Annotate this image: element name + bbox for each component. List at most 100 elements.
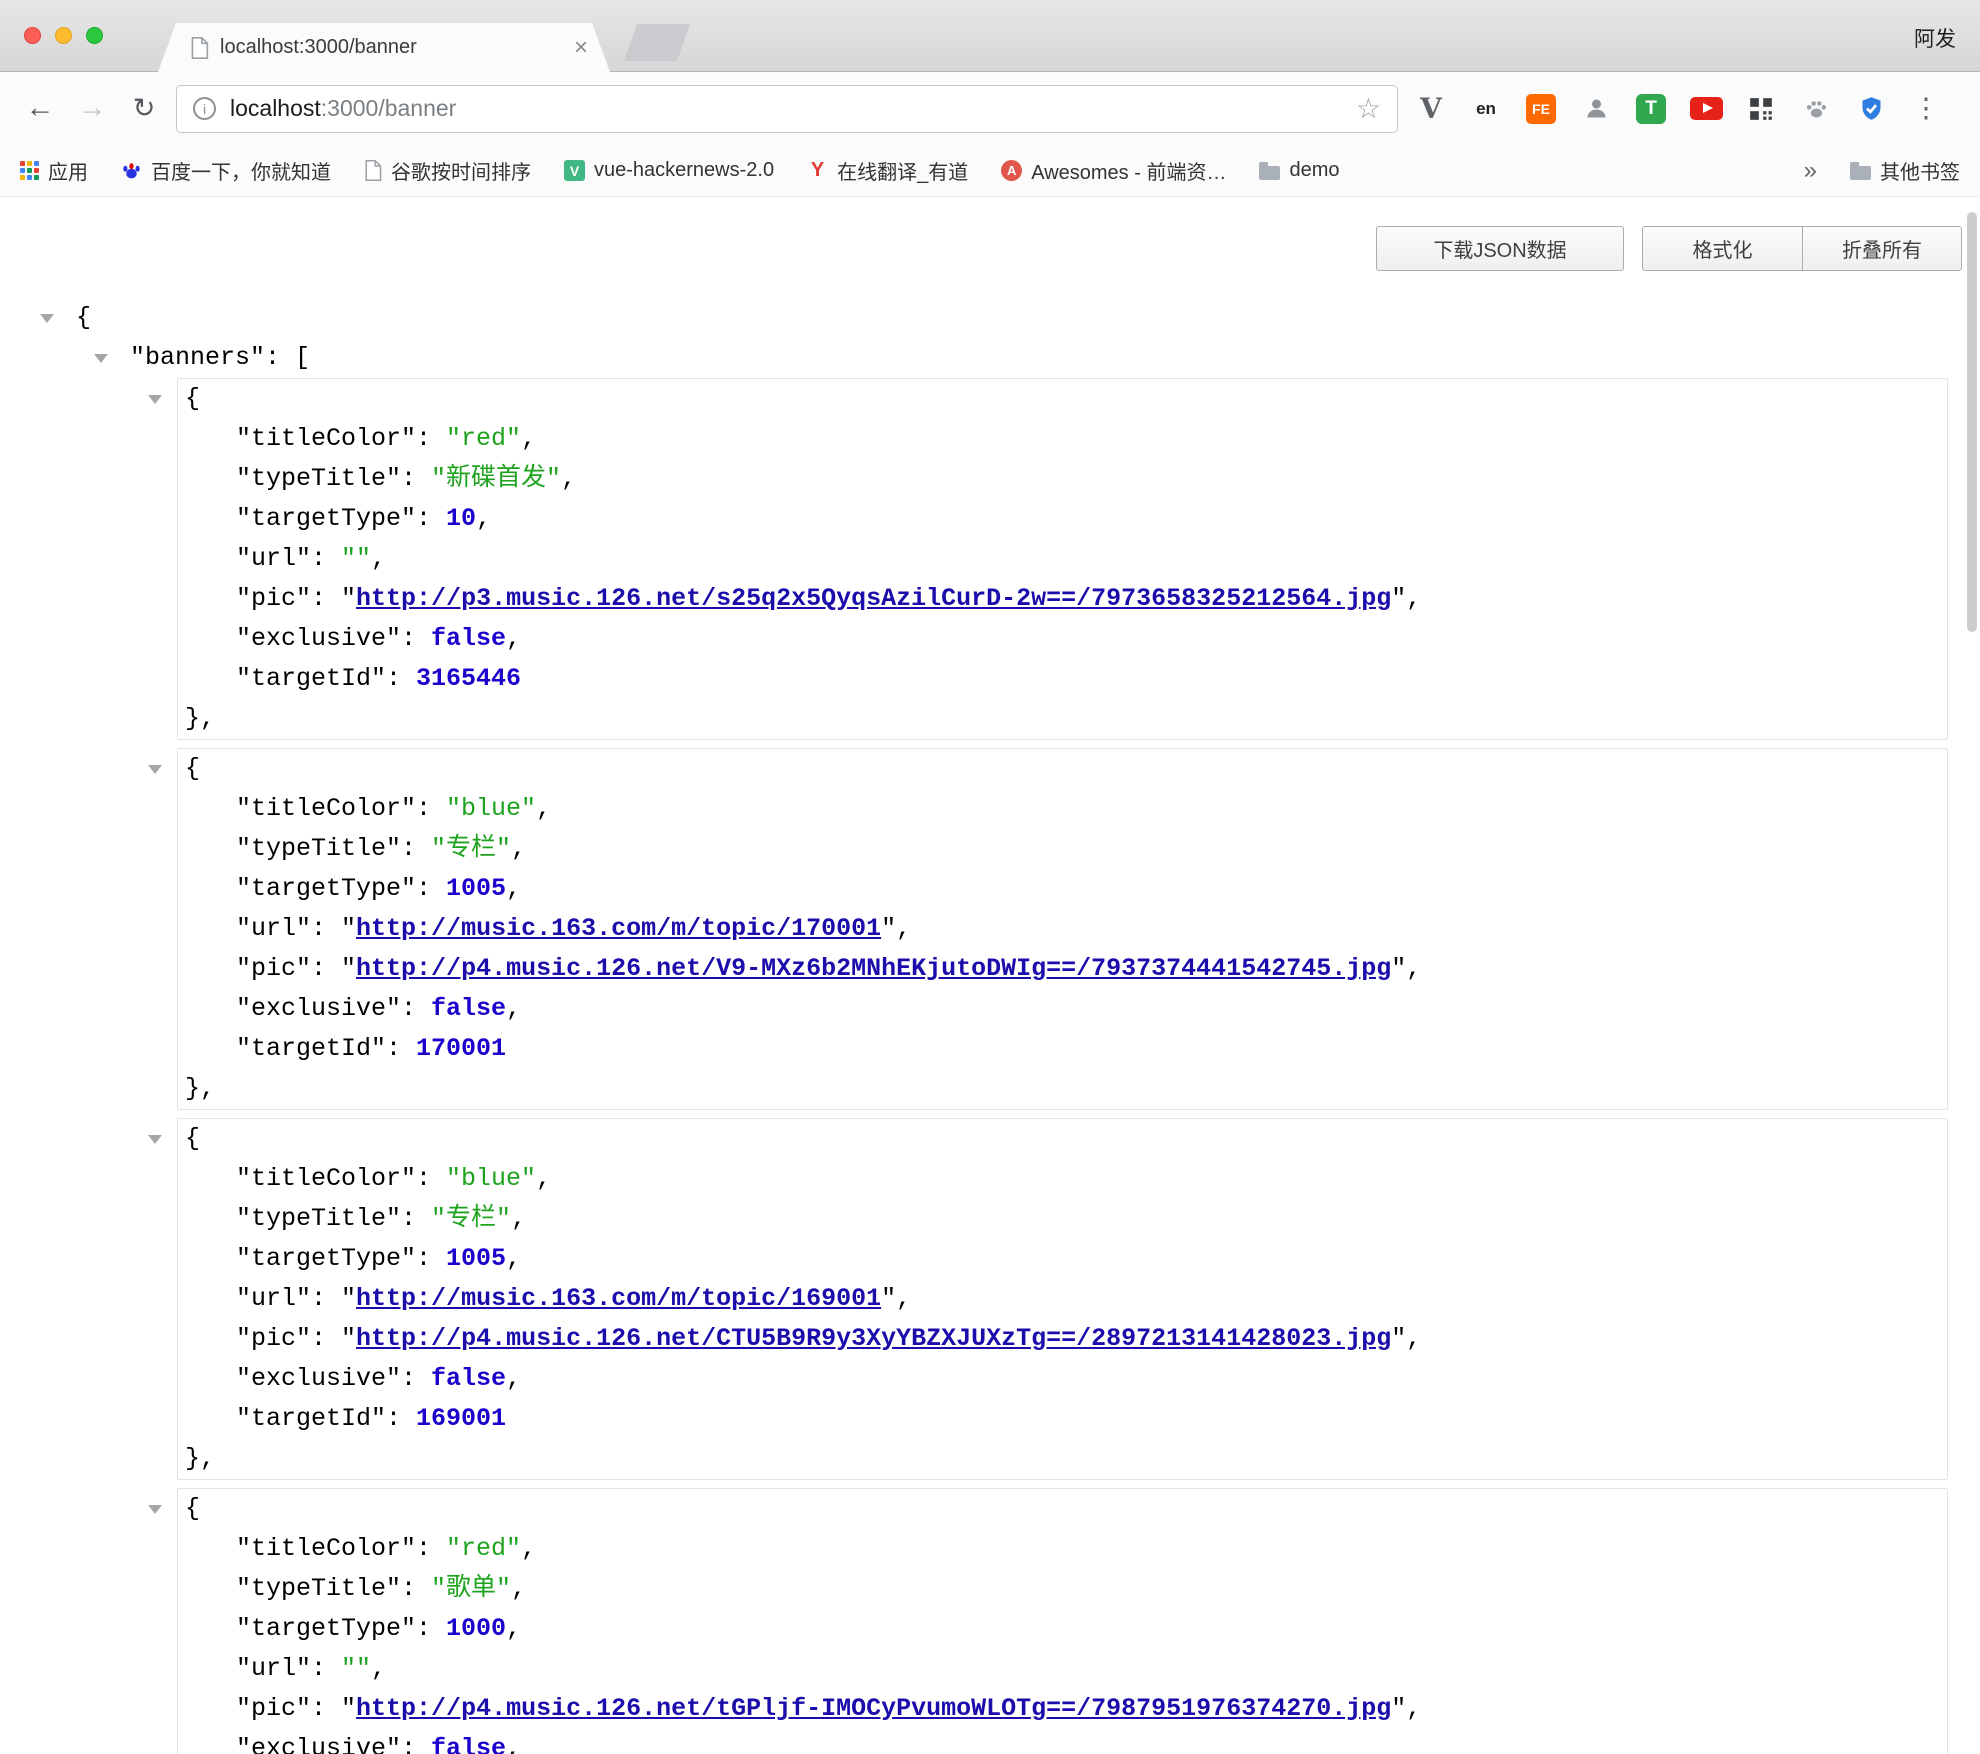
apps-shortcut[interactable]: 应用 xyxy=(20,156,88,185)
folder-icon xyxy=(1850,166,1871,180)
url-text[interactable]: localhost:3000/banner xyxy=(230,95,456,122)
shield-check-extension-icon[interactable] xyxy=(1854,92,1888,126)
json-string-value: "red" xyxy=(446,1534,521,1563)
paw-extension-icon[interactable] xyxy=(1799,92,1833,126)
page-info-icon[interactable]: i xyxy=(193,97,216,120)
zoom-window-button[interactable] xyxy=(86,27,103,44)
awesomes-icon: A xyxy=(1001,160,1022,181)
other-bookmarks-label: 其他书签 xyxy=(1880,156,1960,185)
close-window-button[interactable] xyxy=(24,27,41,44)
json-key: "exclusive" xyxy=(236,1364,401,1393)
bookmark-star-icon[interactable]: ☆ xyxy=(1356,95,1381,123)
json-key: "titleColor" xyxy=(236,794,416,823)
other-bookmarks[interactable]: 其他书签 xyxy=(1850,156,1960,185)
json-key: "targetType" xyxy=(236,504,416,533)
bookmark-vue-hackernews[interactable]: V vue-hackernews-2.0 xyxy=(564,159,774,182)
back-button[interactable]: ← xyxy=(14,92,66,125)
collapse-toggle-icon[interactable] xyxy=(148,1135,162,1144)
scrollbar-thumb[interactable] xyxy=(1967,212,1977,632)
collapse-toggle-icon[interactable] xyxy=(40,314,54,323)
json-number-value: false xyxy=(431,994,506,1023)
download-json-button[interactable]: 下载JSON数据 xyxy=(1376,226,1624,271)
json-object-close: }, xyxy=(178,1439,1947,1479)
json-property: "typeTitle": "新碟首发", xyxy=(178,459,1947,499)
bookmark-awesomes[interactable]: A Awesomes - 前端资… xyxy=(1001,156,1226,185)
json-property: "targetType": 10, xyxy=(178,499,1947,539)
extension-icons: V en FE T ⋮ xyxy=(1414,92,1943,126)
json-property: "typeTitle": "歌单", xyxy=(178,1569,1947,1609)
new-tab-button[interactable] xyxy=(624,24,690,61)
json-object-open: { xyxy=(178,1119,1947,1159)
bookmark-google-sort[interactable]: 谷歌按时间排序 xyxy=(364,156,531,185)
bookmark-label: 百度一下，你就知道 xyxy=(151,156,331,185)
json-key: "typeTitle" xyxy=(236,1574,401,1603)
json-key: "targetType" xyxy=(236,1244,416,1273)
bookmark-folder-demo[interactable]: demo xyxy=(1259,159,1339,182)
json-object: {"titleColor": "blue","typeTitle": "专栏",… xyxy=(177,1118,1948,1480)
collapse-toggle-icon[interactable] xyxy=(148,765,162,774)
traffic-lights xyxy=(24,27,103,44)
minimize-window-button[interactable] xyxy=(55,27,72,44)
json-string-value: "专栏" xyxy=(431,834,511,863)
collapse-toggle-icon[interactable] xyxy=(148,395,162,404)
json-string-value: "red" xyxy=(446,424,521,453)
json-key: "typeTitle" xyxy=(236,464,401,493)
json-object-open: { xyxy=(178,749,1947,789)
reload-button[interactable]: ↻ xyxy=(118,93,170,124)
json-link[interactable]: http://music.163.com/m/topic/169001 xyxy=(356,1284,881,1313)
document-icon xyxy=(364,160,382,181)
folder-icon xyxy=(1259,166,1280,180)
json-property: "targetId": 169001 xyxy=(178,1399,1947,1439)
json-number-value: false xyxy=(431,1364,506,1393)
json-string-value: "" xyxy=(341,544,371,573)
json-link[interactable]: http://p4.music.126.net/CTU5B9R9y3XyYBZX… xyxy=(356,1324,1391,1353)
json-property: "exclusive": false, xyxy=(178,619,1947,659)
tab-close-icon[interactable]: × xyxy=(574,36,588,60)
vimium-extension-icon[interactable]: V xyxy=(1420,92,1442,125)
format-button[interactable]: 格式化 xyxy=(1642,226,1802,271)
bookmark-baidu[interactable]: 百度一下，你就知道 xyxy=(121,156,331,185)
youtube-extension-icon[interactable] xyxy=(1689,92,1723,126)
vue-icon: V xyxy=(564,160,585,181)
json-key: "pic" xyxy=(236,584,311,613)
json-link[interactable]: http://p4.music.126.net/V9-MXz6b2MNhEKju… xyxy=(356,954,1391,983)
json-object-open: { xyxy=(178,1489,1947,1529)
t-shield-extension-icon[interactable]: T xyxy=(1636,94,1666,124)
collapse-all-button[interactable]: 折叠所有 xyxy=(1802,226,1962,271)
json-key: "targetId" xyxy=(236,1404,386,1433)
json-key: "exclusive" xyxy=(236,624,401,653)
json-object: {"titleColor": "red","typeTitle": "歌单","… xyxy=(177,1488,1948,1754)
json-property: "url": "http://music.163.com/m/topic/170… xyxy=(178,909,1947,949)
forward-button[interactable]: → xyxy=(66,92,118,125)
json-link[interactable]: http://p4.music.126.net/tGPljf-IMOCyPvum… xyxy=(356,1694,1391,1723)
bookmark-label: Awesomes - 前端资… xyxy=(1031,156,1226,185)
collapse-toggle-icon[interactable] xyxy=(148,1505,162,1514)
browser-tab[interactable]: localhost:3000/banner × xyxy=(158,23,610,72)
people-extension-icon[interactable] xyxy=(1579,92,1613,126)
bookmark-youdao[interactable]: Y 在线翻译_有道 xyxy=(807,156,968,185)
json-number-value: 1005 xyxy=(446,874,506,903)
json-link[interactable]: http://music.163.com/m/topic/170001 xyxy=(356,914,881,943)
bookmarks-overflow-icon[interactable]: » xyxy=(1804,157,1817,185)
fehelper-extension-icon[interactable]: FE xyxy=(1526,94,1556,124)
address-bar[interactable]: i localhost:3000/banner ☆ xyxy=(176,85,1398,133)
profile-name[interactable]: 阿发 xyxy=(1914,23,1956,53)
json-property: "pic": "http://p4.music.126.net/tGPljf-I… xyxy=(178,1689,1947,1729)
json-key: "targetId" xyxy=(236,664,386,693)
json-number-value: 1000 xyxy=(446,1614,506,1643)
json-property: "titleColor": "blue", xyxy=(178,1159,1947,1199)
translate-extension-icon[interactable]: en xyxy=(1476,99,1496,119)
qr-code-extension-icon[interactable] xyxy=(1744,92,1778,126)
collapse-toggle-icon[interactable] xyxy=(94,354,108,363)
bookmark-label: vue-hackernews-2.0 xyxy=(594,159,774,182)
json-key: "titleColor" xyxy=(236,424,416,453)
json-number-value: 169001 xyxy=(416,1404,506,1433)
bookmark-label: demo xyxy=(1289,159,1339,182)
json-tree: {"banners": [{"titleColor": "red","typeT… xyxy=(0,298,1966,1754)
json-link[interactable]: http://p3.music.126.net/s25q2x5QyqsAzilC… xyxy=(356,584,1391,613)
json-key: "targetType" xyxy=(236,874,416,903)
browser-menu-icon[interactable]: ⋮ xyxy=(1913,93,1940,124)
json-property: "typeTitle": "专栏", xyxy=(178,829,1947,869)
json-key: "url" xyxy=(236,544,311,573)
json-property: "titleColor": "blue", xyxy=(178,789,1947,829)
